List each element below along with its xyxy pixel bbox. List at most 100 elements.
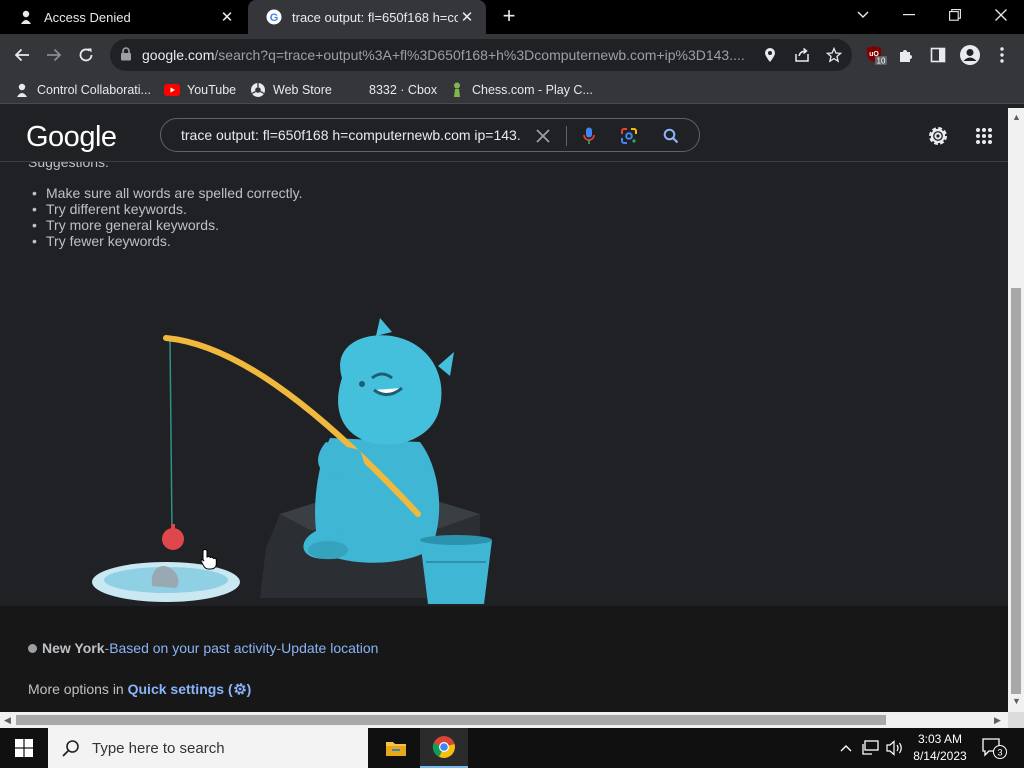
past-activity-link[interactable]: Based on your past activity [109, 640, 276, 656]
search-icon[interactable] [661, 126, 681, 146]
scroll-up-arrow-icon[interactable]: ▲ [1012, 112, 1021, 122]
update-location-link[interactable]: Update location [281, 640, 378, 656]
bookmark-label: 8332 · Cbox [369, 83, 438, 97]
bookmark-star-icon[interactable] [824, 45, 844, 65]
profile-avatar-icon[interactable] [956, 41, 984, 69]
vertical-scroll-thumb[interactable] [1011, 288, 1021, 694]
microphone-icon[interactable] [579, 126, 599, 146]
taskbar-search-box[interactable]: Type here to search [48, 728, 368, 768]
vertical-scrollbar[interactable]: ▲ ▼ [1008, 108, 1024, 712]
tab-title: trace output: fl=650f168 h=comp [292, 9, 458, 25]
bookmark-cbox[interactable]: 8332 · Cbox [369, 81, 437, 99]
reload-icon[interactable] [72, 41, 100, 69]
location-line: New York - Based on your past activity -… [28, 640, 378, 656]
ublock-extension-icon[interactable]: uO 10 [862, 41, 890, 69]
tab-search-chevron-icon[interactable] [840, 0, 886, 30]
search-icon [62, 740, 79, 757]
tab-search-results[interactable]: G trace output: fl=650f168 h=comp ✕ [248, 0, 486, 34]
action-center-icon[interactable]: 3 [980, 736, 1008, 760]
youtube-icon [164, 82, 180, 98]
puzzle-figure-icon [14, 82, 30, 98]
clock-time: 3:03 AM [917, 732, 963, 746]
notification-count: 3 [997, 748, 1002, 758]
search-input[interactable]: trace output: fl=650f168 h=computernewb.… [181, 127, 526, 143]
scrollbar-corner [1008, 712, 1024, 728]
location-city: New York [42, 640, 105, 656]
restore-icon[interactable] [932, 0, 978, 30]
window-close-icon[interactable] [978, 0, 1024, 30]
google-logo[interactable]: Google [26, 121, 117, 154]
tab-strip: Access Denied ✕ G trace output: fl=650f1… [0, 0, 1024, 34]
extensions-puzzle-icon[interactable] [892, 41, 920, 69]
horizontal-scroll-thumb[interactable] [16, 715, 886, 725]
search-divider [566, 126, 567, 146]
bookmark-label: YouTube [187, 83, 237, 97]
settings-gear-icon [233, 683, 246, 695]
bookmark-youtube[interactable]: YouTube [164, 81, 236, 99]
share-icon[interactable] [792, 45, 812, 65]
chrome-taskbar-icon[interactable] [420, 728, 468, 768]
quick-settings-label: Quick settings ( [127, 681, 233, 697]
page-footer: New York - Based on your past activity -… [0, 606, 1008, 712]
web-page: Google trace output: fl=650f168 h=comput… [0, 108, 1008, 712]
svg-text:G: G [270, 12, 279, 24]
more-options-text: More options in [28, 681, 128, 697]
scroll-down-arrow-icon[interactable]: ▼ [1012, 696, 1021, 706]
lens-camera-icon[interactable] [619, 126, 639, 146]
menu-kebab-icon[interactable] [988, 41, 1016, 69]
google-icon: G [266, 9, 282, 25]
network-icon[interactable] [860, 738, 882, 758]
tab-access-denied[interactable]: Access Denied ✕ [0, 0, 246, 34]
windows-start-icon[interactable] [0, 728, 48, 768]
chess-pawn-icon [449, 82, 465, 98]
address-bar[interactable]: google.com/search?q=trace+output%3A+fl%3… [110, 39, 852, 71]
taskbar-clock[interactable]: 3:03 AM 8/14/2023 [912, 731, 968, 765]
close-tab-icon[interactable]: ✕ [218, 8, 236, 26]
close-tab-icon[interactable]: ✕ [458, 8, 476, 26]
puzzle-figure-icon [18, 9, 34, 25]
hand-cursor-icon [200, 548, 217, 570]
suggestions-list: Make sure all words are spelled correctl… [28, 185, 303, 249]
bookmark-web-store[interactable]: Web Store [250, 81, 332, 99]
more-options-line: More options in Quick settings () [28, 681, 251, 697]
apps-grid-icon[interactable] [971, 123, 997, 149]
forward-arrow-icon[interactable] [40, 41, 68, 69]
new-tab-button[interactable]: + [498, 5, 520, 28]
location-pin-icon[interactable] [760, 45, 780, 65]
location-dot-icon [28, 643, 37, 653]
back-arrow-icon[interactable] [8, 41, 36, 69]
search-box[interactable]: trace output: fl=650f168 h=computernewb.… [160, 118, 700, 152]
bookmark-chess[interactable]: Chess.com - Play C... [449, 81, 593, 99]
clear-search-icon[interactable] [533, 126, 553, 146]
suggestion-item: Make sure all words are spelled correctl… [28, 185, 303, 201]
side-panel-icon[interactable] [924, 41, 952, 69]
tab-title: Access Denied [44, 9, 131, 25]
bookmark-control-collaboration[interactable]: Control Collaborati... [14, 81, 151, 99]
settings-gear-icon[interactable] [925, 123, 951, 149]
scroll-right-arrow-icon[interactable]: ▶ [994, 715, 1001, 726]
minimize-icon[interactable] [886, 0, 932, 30]
show-hidden-icons-chevron-icon[interactable] [838, 738, 854, 758]
scroll-left-arrow-icon[interactable]: ◀ [4, 715, 11, 726]
suggestion-item: Try more general keywords. [28, 217, 303, 233]
suggestion-item: Try fewer keywords. [28, 233, 303, 249]
quick-settings-close: ) [246, 681, 252, 697]
extension-badge-count: 10 [877, 57, 886, 66]
bookmarks-bar: Control Collaborati... YouTube Web Store… [0, 76, 1024, 104]
taskbar-search-placeholder: Type here to search [92, 739, 225, 757]
clock-date: 8/14/2023 [913, 749, 967, 763]
google-header: Google trace output: fl=650f168 h=comput… [0, 108, 1008, 162]
fishing-yeti-illustration [92, 318, 492, 604]
windows-taskbar: Type here to search 3:03 AM 8/14/2023 3 [0, 728, 1024, 768]
file-explorer-icon[interactable] [372, 728, 420, 768]
lock-icon[interactable] [120, 47, 132, 66]
web-store-icon [250, 82, 266, 98]
volume-icon[interactable] [884, 738, 906, 758]
url-text: google.com/search?q=trace+output%3A+fl%3… [142, 47, 745, 63]
browser-toolbar: google.com/search?q=trace+output%3A+fl%3… [0, 34, 1024, 76]
bookmark-label: Control Collaborati... [37, 83, 151, 97]
bookmark-label: Chess.com - Play C... [472, 83, 593, 97]
screen: Access Denied ✕ G trace output: fl=650f1… [0, 0, 1024, 768]
horizontal-scrollbar[interactable]: ◀ ▶ [0, 712, 1008, 728]
quick-settings-link[interactable]: Quick settings () [128, 681, 252, 697]
